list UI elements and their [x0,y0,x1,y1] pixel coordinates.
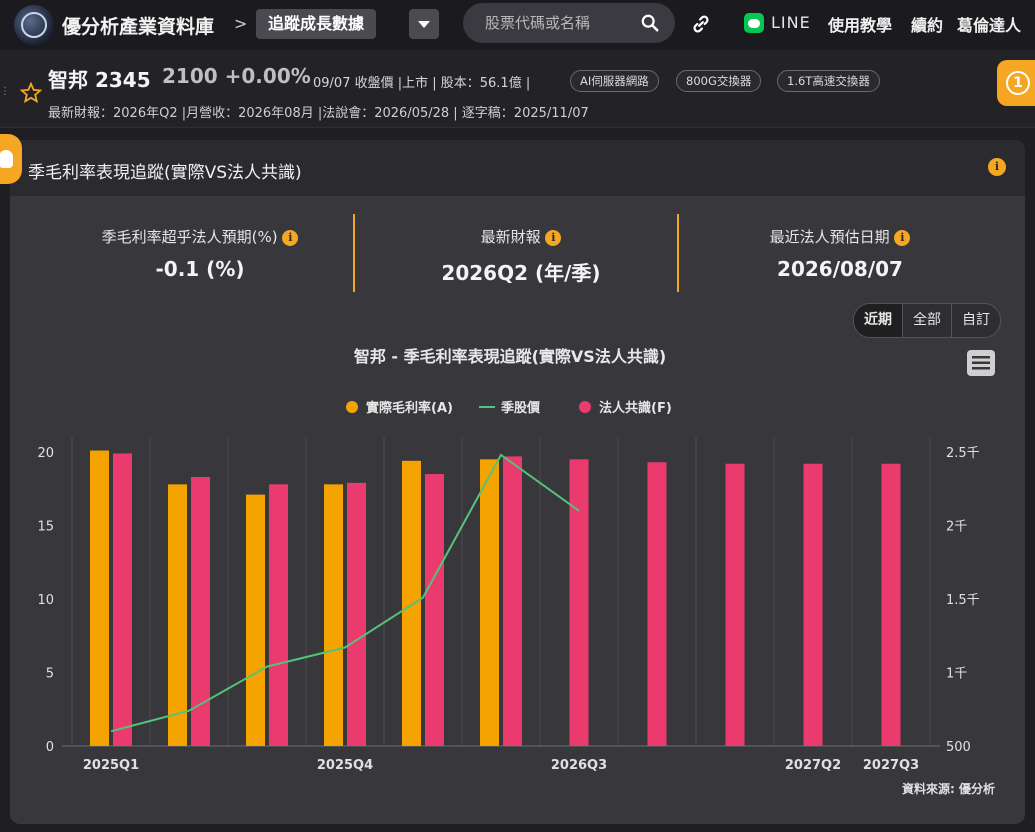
y2-axis-tick-label: 2.5千 [946,446,980,461]
stat-divider [677,214,679,292]
breadcrumb-separator: > [234,14,248,33]
bar-actual [402,460,421,746]
search-icon[interactable] [641,14,659,32]
stock-name: 智邦 2345 [48,68,151,92]
range-selector: 近期 全部 自訂 [853,303,1001,338]
y2-axis-tick-label: 2千 [946,520,967,535]
range-all-button[interactable]: 全部 [903,304,952,337]
y2-axis-tick-label: 500 [946,740,971,755]
bar-consensus [269,484,288,746]
legend-dot-marker [579,401,591,413]
bar-actual [90,450,109,746]
x-axis-tick-label: 2027Q2 [785,758,841,773]
stat-label: 最近法人預估日期 [769,228,890,246]
stat-label: 季毛利率超乎法人預期(%) [101,228,278,246]
search-input[interactable] [485,14,635,32]
stat-consensus-date: 最近法人預估日期 i 2026/08/07 [690,226,990,281]
info-icon[interactable]: i [282,229,299,246]
star-icon[interactable] [20,82,42,104]
stock-price: 2100 +0.00% [162,64,311,88]
bar-consensus [803,463,823,746]
data-source: 資料來源: 優分析 [902,782,995,796]
stat-divider [353,214,355,292]
nav-user-level[interactable]: 葛倫達人 [957,12,1021,36]
y2-axis-tick-label: 1千 [946,667,967,682]
bar-consensus [881,463,901,746]
industry-tag[interactable]: 800G交換器 [676,70,762,92]
legend-label: 法人共識(F) [599,400,672,416]
bar-actual [168,484,187,746]
x-axis-tick-label: 2027Q3 [863,758,919,773]
range-recent-button[interactable]: 近期 [854,304,903,337]
legend-label: 實際毛利率(A) [366,400,453,416]
chevron-down-icon [418,20,430,28]
y-axis-tick-label: 20 [37,446,54,461]
bar-consensus [425,474,444,746]
industry-tag[interactable]: AI伺服器網路 [570,70,659,92]
link-icon[interactable] [690,13,712,35]
bar-consensus [191,476,210,746]
lightbulb-tips-icon[interactable] [0,134,22,184]
nav-tutorial[interactable]: 使用教學 [828,12,892,36]
info-icon[interactable]: i [545,229,562,246]
sidebar-toggle-icon[interactable]: ⋮ [0,86,10,97]
x-axis-tick-label: 2026Q3 [551,758,607,773]
stat-label: 最新財報 [480,228,541,246]
bar-consensus [725,463,745,746]
x-axis-tick-label: 2025Q1 [83,758,139,773]
bar-consensus [503,456,522,746]
chart-title: 智邦 - 季毛利率表現追蹤(實際VS法人共識) [354,347,666,366]
line-link[interactable]: LINE [771,13,811,32]
y-axis-tick-label: 5 [46,667,54,682]
line-app-icon[interactable] [744,13,764,33]
chart-menu-icon[interactable] [967,350,995,376]
industry-tag[interactable]: 1.6T高速交換器 [777,70,880,92]
stock-report-dates: 最新財報：2026年Q2 |月營收：2026年08月 |法說會：2026/05/… [48,106,589,121]
stat-value: -0.1 (%) [155,257,245,281]
bar-actual [324,484,343,746]
stat-beat-consensus: 季毛利率超乎法人預期(%) i -0.1 (%) [50,226,350,281]
y-axis-tick-label: 0 [46,740,54,755]
gross-margin-card: 季毛利率表現追蹤(實際VS法人共識) i 季毛利率超乎法人預期(%) i -0.… [10,140,1025,824]
notification-button[interactable]: 1 [997,60,1035,106]
nav-renew[interactable]: 續約 [911,12,943,36]
y2-axis-tick-label: 1.5千 [946,593,980,608]
brand-title[interactable]: 優分析產業資料庫 [62,12,214,39]
y-axis-tick-label: 10 [37,593,54,608]
card-title: 季毛利率表現追蹤(實際VS法人共識) [28,163,302,183]
stat-latest-report: 最新財報 i 2026Q2 (年/季) [366,226,676,286]
search-box [463,3,675,43]
brand-logo-icon[interactable] [14,5,54,45]
y-axis-tick-label: 15 [37,520,54,535]
stat-value: 2026Q2 (年/季) [441,261,601,285]
page-dropdown-button[interactable] [409,9,439,39]
gross-margin-chart: 智邦 - 季毛利率表現追蹤(實際VS法人共識) 實際毛利率(A) 季股價 法人共識(F… [37,347,995,773]
bar-consensus [113,453,132,746]
range-custom-button[interactable]: 自訂 [952,304,1000,337]
bar-actual [246,494,265,746]
notification-count: 1 [1006,71,1030,95]
legend-label: 季股價 [500,400,541,416]
top-nav: 優分析產業資料庫 > 追蹤成長數據 LINE 使用教學 續約 葛倫達人 [0,0,1035,50]
bar-actual [480,459,499,746]
card-header: 季毛利率表現追蹤(實際VS法人共識) i [10,140,1025,196]
x-axis-tick-label: 2025Q4 [317,758,373,773]
bar-consensus [347,482,366,746]
info-icon[interactable]: i [894,229,911,246]
stat-value: 2026/08/07 [777,257,903,281]
stock-meta: 09/07 收盤價 |上市 | 股本：56.1億 | [313,76,531,91]
bar-consensus [647,462,667,746]
bar-consensus [569,459,589,746]
current-page-pill[interactable]: 追蹤成長數據 [256,9,377,39]
info-icon[interactable]: i [988,158,1006,176]
legend-dot-marker [346,401,358,413]
